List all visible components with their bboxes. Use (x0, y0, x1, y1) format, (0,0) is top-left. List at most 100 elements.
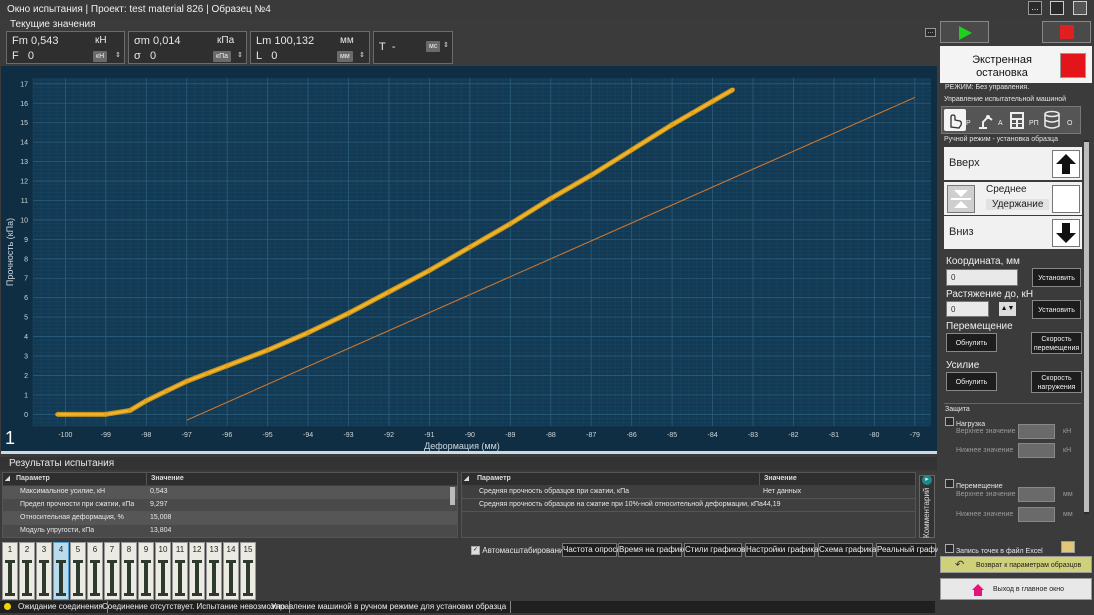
plot-background (33, 78, 931, 426)
sample-number: 11 (175, 545, 185, 554)
up-button[interactable]: Вверх (944, 147, 1082, 180)
excel-checkbox[interactable]: Запись точек в файл Excel (945, 544, 1043, 555)
stretch-input[interactable]: 0 (946, 301, 989, 317)
updown-icon[interactable]: ⇕ (115, 51, 121, 59)
col-header-value[interactable]: Значение (146, 473, 184, 485)
folder-icon[interactable] (1061, 541, 1075, 553)
table-row[interactable]: Предел прочности при сжатии, кПа 9,297 (3, 499, 457, 512)
col-header-parameter[interactable]: Параметр (16, 473, 50, 485)
toolbar-button[interactable]: Настройки графика (745, 543, 818, 557)
updown-icon[interactable]: ▲▼ (999, 302, 1016, 316)
load-speed-button[interactable]: Скорость нагружения (1031, 371, 1082, 393)
exit-main-button[interactable]: Выход в главное окно (940, 578, 1092, 600)
updown-icon[interactable]: ⇕ (359, 51, 365, 59)
sample-tab[interactable]: 8 (121, 542, 137, 600)
col-header-value[interactable]: Значение (759, 473, 797, 485)
emergency-stop-button[interactable]: Экстренная остановка (940, 46, 1092, 83)
y-tick-label: 11 (21, 198, 28, 205)
chart-scroll-strip[interactable] (1, 451, 937, 454)
sample-tab[interactable]: 4 (53, 542, 69, 600)
table-row[interactable]: Максимальное усилие, кН 0,543 (3, 486, 457, 499)
sample-tab[interactable]: 9 (138, 542, 154, 600)
load-upper-label: Верхнее значение (956, 428, 1016, 435)
checkbox-icon[interactable] (945, 479, 954, 488)
scrollbar[interactable] (450, 487, 455, 505)
table-header: ◢ Параметр Значение (3, 473, 457, 485)
table-row[interactable]: Средняя прочность образцов при сжатии, к… (462, 486, 915, 499)
data-point (128, 408, 133, 413)
database-icon[interactable] (1041, 109, 1063, 131)
sample-tab[interactable]: 6 (87, 542, 103, 600)
table-row[interactable]: Модуль упругости, кПа 13,804 (3, 525, 457, 538)
more-options-button[interactable]: ... (925, 28, 936, 37)
start-button[interactable] (940, 21, 989, 43)
sample-tab[interactable]: 15 (240, 542, 256, 600)
toolbar-button[interactable]: Схема графика (818, 543, 876, 557)
sample-tab[interactable]: 13 (206, 542, 222, 600)
move-speed-button[interactable]: Скорость перемещения (1031, 332, 1082, 354)
panel-scrollbar[interactable] (1084, 140, 1089, 514)
comment-button[interactable]: ▸ Комментарий (919, 475, 935, 538)
move-lower-input[interactable] (1018, 507, 1055, 522)
status-connection: Ожидание соединения (14, 601, 108, 613)
load-protection-checkbox[interactable]: Нагрузка (945, 417, 985, 428)
maximize-icon[interactable] (1073, 1, 1087, 15)
autoscale-checkbox[interactable]: ✓ Автомасштабирование (471, 546, 568, 556)
checkbox-icon[interactable] (945, 544, 954, 553)
updown-icon[interactable]: ⇕ (237, 51, 243, 59)
stop-button[interactable] (1042, 21, 1091, 43)
reset-movement-button[interactable]: Обнулить (946, 333, 997, 352)
move-protection-checkbox[interactable]: Перемещение (945, 479, 1003, 490)
set-stretch-button[interactable]: Установить (1032, 300, 1081, 319)
chart-area[interactable]: -100 -99 -98 -97 -96 -95 -94 -93 -92 -91 -90 -89 -88… (1, 66, 937, 451)
down-button[interactable]: Вниз (944, 216, 1082, 249)
t-value: - (391, 41, 396, 53)
reset-force-button[interactable]: Обнулить (946, 372, 997, 391)
sigma-unit-select[interactable]: кПа (213, 51, 231, 62)
sample-tab[interactable]: 7 (104, 542, 120, 600)
load-lower-unit: кН (1063, 447, 1072, 454)
sigma-m-value: 0,014 (153, 35, 181, 47)
calculator-icon[interactable] (1006, 109, 1028, 131)
l-unit-select[interactable]: мм (337, 51, 353, 62)
expand-icon[interactable]: ▸ (922, 475, 932, 485)
f-unit-select[interactable]: кН (93, 51, 108, 62)
hand-icon[interactable] (944, 109, 966, 131)
coordinate-input[interactable]: 0 (946, 269, 1018, 286)
robot-arm-icon[interactable] (975, 109, 997, 131)
checkbox-icon[interactable] (945, 417, 954, 426)
load-lower-input[interactable] (1018, 443, 1055, 458)
sample-tab[interactable]: 1 (2, 542, 18, 600)
sample-tab[interactable]: 10 (155, 542, 171, 600)
move-upper-input[interactable] (1018, 487, 1055, 502)
specimen-icon (22, 560, 32, 596)
sample-tab[interactable]: 12 (189, 542, 205, 600)
set-coordinate-button[interactable]: Установить (1032, 268, 1081, 287)
updown-icon[interactable]: ⇕ (443, 41, 449, 49)
back-to-samples-button[interactable]: ↶ Возврат к параметрам образцов (940, 556, 1092, 573)
load-upper-input[interactable] (1018, 424, 1055, 439)
sort-icon[interactable]: ◢ (464, 473, 469, 485)
sample-tab[interactable]: 11 (172, 542, 188, 600)
move-lower-unit: мм (1063, 511, 1073, 518)
toolbar-button[interactable]: Стили графиков (684, 543, 745, 557)
x-tick-label: -91 (424, 432, 434, 439)
check-icon[interactable]: ✓ (471, 546, 480, 556)
t-unit-select[interactable]: мс (426, 41, 441, 52)
sample-tab[interactable]: 14 (223, 542, 239, 600)
sample-tab[interactable]: 3 (36, 542, 52, 600)
toolbar-button[interactable]: Время на графике (618, 543, 687, 557)
toolbar-button[interactable]: Частота опроса (562, 543, 621, 557)
window-title: Окно испытания | Проект: test material 8… (0, 0, 1094, 19)
sample-tab[interactable]: 2 (19, 542, 35, 600)
toolbar-button[interactable]: Реальный график (876, 543, 943, 557)
table-row[interactable]: Средняя прочность образцов на сжатие при… (462, 499, 915, 512)
sort-icon[interactable]: ◢ (5, 473, 10, 485)
table-row[interactable]: Относительная деформация, % 15,008 (3, 512, 457, 525)
minimize-icon[interactable] (1050, 1, 1064, 15)
scrollbar-thumb[interactable] (1084, 142, 1089, 512)
window-menu-button[interactable]: ... (1028, 1, 1042, 15)
middle-hold-button[interactable]: Среднее Удержание (944, 182, 1082, 215)
sample-tab[interactable]: 5 (70, 542, 86, 600)
col-header-parameter[interactable]: Параметр (477, 473, 511, 485)
